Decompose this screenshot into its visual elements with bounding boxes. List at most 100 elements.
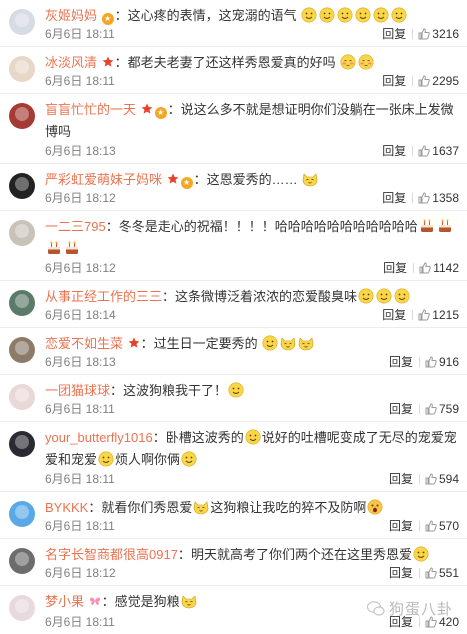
like-count: 1358 [432,191,459,205]
comment-item: 冰淡风清 ：都老夫老妻了还这样秀恩爱真的好吗 6月6日 18:11 回复 2295 [0,47,467,94]
reply-button[interactable]: 回复 [383,261,407,275]
like-button[interactable]: 1142 [419,260,459,276]
smile-face-emoji-icon [262,335,278,351]
comment-item: 一二三795：冬冬是走心的祝福！！！！哈哈哈哈哈哈哈哈哈哈哈 6月6日 18:1… [0,211,467,281]
avatar[interactable] [9,9,35,35]
username-link[interactable]: 梦小果 [45,594,84,609]
comment-time: 6月6日 18:13 [45,144,116,158]
avatar[interactable] [9,220,35,246]
comment-text: 冬冬是走心的祝福！！！！哈哈哈哈哈哈哈哈哈哈哈 [118,219,418,234]
divider [418,404,420,414]
emoji-group [227,382,245,398]
birthday-cake-emoji-icon [438,219,451,232]
cat-face-emoji-icon [302,173,318,187]
username-link[interactable]: 灰姬妈妈 [45,8,97,23]
like-button[interactable]: 1637 [418,143,459,159]
shy-face-emoji-icon [340,54,356,70]
username-link[interactable]: 冰淡风清 [45,55,97,70]
reply-button[interactable]: 回复 [382,191,406,205]
wechat-logo-icon [366,601,385,616]
reply-button[interactable]: 回复 [389,355,413,369]
username-link[interactable]: 恋爱不如生菜 [45,336,123,351]
username-link[interactable]: BYKKK [45,500,88,515]
divider [418,568,420,578]
reply-button[interactable]: 回复 [382,74,406,88]
gold-medal-icon: ★ [180,177,193,189]
username-link[interactable]: 严彩虹爱萌妹子妈咪 [45,172,162,187]
avatar[interactable] [9,384,35,410]
username-link[interactable]: your_butterfly1016 [45,430,153,445]
like-button[interactable]: 2295 [418,73,459,89]
like-count: 3216 [432,27,459,41]
avatar[interactable] [9,431,35,457]
emoji-group [180,594,198,609]
smile-face-emoji-icon [391,7,407,23]
like-button[interactable]: 916 [425,354,459,370]
comment-text: 这波狗粮我干了！ [123,383,228,398]
smile-face-emoji-icon [413,546,429,562]
like-count: 916 [438,355,459,369]
watermark-text: 狗蛋八卦 [388,601,453,618]
avatar[interactable] [9,501,35,527]
comment-text: 这心疼的表情，这宠溺的语气 [127,8,297,23]
comment-text: 这恩爱秀的…… [206,172,298,187]
comment-text-cont: 宠爱 [71,452,98,467]
emoji-group [301,172,319,187]
reply-button[interactable]: 回复 [389,519,413,533]
like-count: 2295 [432,74,459,88]
avatar[interactable] [9,548,35,574]
comment-item: 名字长智商都很高0917：明天就高考了你们两个还在这里秀恩爱 6月6日 18:1… [0,539,467,586]
username-link[interactable]: 盲盲忙忙的一天 [45,102,136,117]
username-link[interactable]: 名字长智商都很高0917 [45,547,178,562]
username-link[interactable]: 从事正经工作的三三 [45,289,162,304]
divider [413,263,415,273]
shy-face-emoji-icon [358,54,374,70]
like-button[interactable]: 759 [425,401,459,417]
birthday-cake-emoji-icon [66,241,78,254]
smile-face-emoji-icon [355,7,371,23]
like-button[interactable]: 1358 [418,190,459,206]
reply-button[interactable]: 回复 [382,144,406,158]
cat-face-emoji-icon [194,501,209,515]
like-count: 1637 [432,144,459,158]
thumbs-up-icon [425,567,437,579]
divider [418,474,420,484]
avatar[interactable] [9,173,35,199]
reply-button[interactable]: 回复 [389,472,413,486]
reply-button[interactable]: 回复 [389,402,413,416]
comment-text: 都老夫老妻了还这样秀恩爱真的好吗 [127,55,336,70]
comment-item: BYKKK：就看你们秀恩爱 这狗粮让我吃的猝不及防啊 6月6日 18:11 回复 5… [0,492,467,539]
like-button[interactable]: 570 [425,518,459,534]
avatar[interactable] [9,337,35,363]
reply-button[interactable]: 回复 [382,308,406,322]
comment-time: 6月6日 18:11 [45,519,115,533]
avatar[interactable] [9,595,35,621]
divider [412,76,414,86]
birthday-cake-emoji-icon [420,219,433,232]
red-star-icon [141,103,153,114]
thumbs-up-icon [425,403,437,415]
reply-button[interactable]: 回复 [389,566,413,580]
like-button[interactable]: 1215 [418,307,459,323]
avatar[interactable] [9,103,35,129]
red-star-icon [167,173,179,184]
avatar[interactable] [9,56,35,82]
avatar[interactable] [9,290,35,316]
emoji-group [412,546,430,562]
comment-time: 6月6日 18:14 [45,308,116,322]
like-button[interactable]: 551 [425,565,459,581]
emoji-group [339,54,375,70]
thumbs-up-icon [425,473,437,485]
username-link[interactable]: 一团猫球球 [45,383,110,398]
username-link[interactable]: 一二三795 [45,219,106,234]
thumbs-up-icon [425,356,437,368]
like-button[interactable]: 3216 [418,26,459,42]
smile-face-emoji-icon [373,7,389,23]
divider [412,146,414,156]
like-count: 1142 [433,261,459,275]
emoji-group [192,500,210,515]
like-button[interactable]: 594 [425,471,459,487]
like-count: 759 [438,402,459,416]
reply-button[interactable]: 回复 [382,27,406,41]
butterfly-icon [89,597,100,606]
